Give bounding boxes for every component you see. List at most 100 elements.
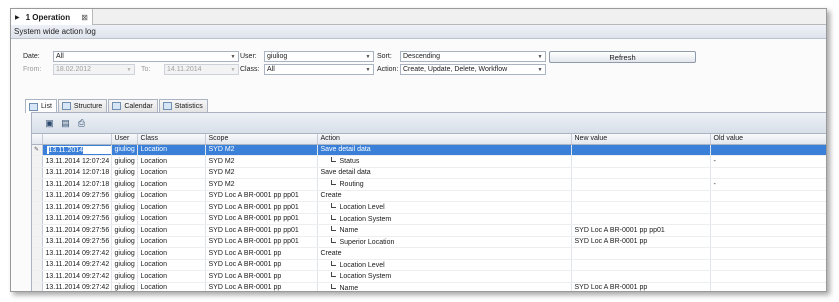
cell-user: giuliog (111, 178, 138, 191)
table-row[interactable]: 13.11.2014 09:27:42 giuliog Location SYD Lo… (32, 282, 826, 291)
view-tabs: List Structure Calendar Statistics (25, 99, 209, 113)
application-window: ▶ 1 Operation ⊠ System wide action log D… (10, 8, 827, 292)
action-select-value: Create, Update, Delete, Workflow (403, 66, 508, 73)
row-header-cell[interactable] (32, 190, 43, 202)
sort-select[interactable]: Descending ▼ (400, 51, 546, 62)
cell-class: Location (137, 144, 206, 156)
from-date-value: 18.02.2012 (56, 66, 92, 73)
table-row[interactable]: ✎ 13.11.2014 giuliog Location SYD M2 Save det… (32, 144, 826, 156)
cell-class: Location (137, 259, 206, 271)
table-row[interactable]: 13.11.2014 12:07:18 giuliog Location SYD M2… (32, 167, 826, 179)
column-header-class[interactable]: Class (137, 134, 206, 145)
cell-action: Save detail data (317, 144, 572, 156)
chevron-down-icon[interactable]: ▼ (536, 66, 544, 73)
user-select[interactable]: giuliog ▼ (264, 51, 374, 62)
sub-action-label: Location System (339, 273, 392, 281)
class-select[interactable]: All ▼ (264, 64, 374, 75)
table-row[interactable]: 13.11.2014 09:27:42 giuliog Location SYD Lo… (32, 247, 826, 260)
cell-old (710, 259, 826, 271)
refresh-button[interactable]: Refresh (549, 51, 696, 63)
sub-action: Location System (321, 214, 391, 223)
row-header-cell[interactable] (32, 224, 43, 237)
table-row[interactable]: 13.11.2014 12:07:18 giuliog Location SYD M2… (32, 178, 826, 191)
column-header-user[interactable]: User (111, 134, 138, 145)
chevron-down-icon[interactable]: ▼ (229, 53, 237, 60)
cell-old: - (710, 155, 826, 168)
cell-class: Location (137, 178, 206, 191)
cell-new (571, 155, 711, 168)
cell-date: 13.11.2014 12:07:24 (42, 155, 112, 168)
sub-action-label: Name (339, 227, 359, 235)
tab-structure[interactable]: Structure (57, 99, 108, 112)
cell-action: Location System (317, 213, 572, 225)
panel-header: System wide action log (11, 25, 826, 39)
column-header-scope[interactable]: Scope (205, 134, 318, 145)
chevron-down-icon[interactable]: ▼ (364, 53, 372, 60)
tree-branch-icon (330, 203, 336, 209)
date-edit-value: 13.11.2014 (48, 146, 84, 154)
cell-new: SYD Loc A BR-0001 pp (571, 236, 711, 248)
column-header-new-value[interactable]: New value (571, 134, 711, 145)
column-header-action[interactable]: Action (317, 134, 572, 145)
table-row[interactable]: 13.11.2014 12:07:24 giuliog Location SYD M2… (32, 155, 826, 168)
cell-action: Location Level (317, 201, 572, 214)
row-header-cell[interactable] (32, 236, 43, 248)
table-row[interactable]: 13.11.2014 09:27:56 giuliog Location SYD Lo… (32, 236, 826, 248)
row-header-cell[interactable] (32, 155, 43, 168)
cell-class: Location (137, 270, 206, 283)
tab-expand-icon[interactable]: ▶ (15, 14, 20, 21)
cell-scope: SYD Loc A BR-0001 pp (205, 282, 318, 291)
statistics-icon (162, 102, 172, 110)
chevron-down-icon[interactable]: ▼ (536, 53, 544, 60)
cell-date: 13.11.2014 (42, 144, 112, 156)
date-label: Date: (23, 53, 40, 60)
sort-label: Sort: (377, 53, 392, 60)
column-header-old-value[interactable]: Old value (710, 134, 826, 145)
tab-calendar[interactable]: Calendar (108, 99, 158, 112)
row-header-cell[interactable] (32, 282, 43, 291)
chevron-down-icon[interactable]: ▼ (229, 66, 237, 73)
row-header-cell[interactable] (32, 167, 43, 179)
table-row[interactable]: 13.11.2014 09:27:42 giuliog Location SYD Lo… (32, 270, 826, 283)
cell-scope: SYD Loc A BR-0001 pp pp01 (205, 213, 318, 225)
chevron-down-icon[interactable]: ▼ (125, 66, 133, 73)
tab-list[interactable]: List (25, 99, 57, 113)
row-header-cell[interactable] (32, 247, 43, 260)
print-icon[interactable]: ⎙ (76, 118, 87, 128)
action-select[interactable]: Create, Update, Delete, Workflow ▼ (400, 64, 546, 75)
date-select[interactable]: All ▼ (53, 51, 239, 62)
cell-user: giuliog (111, 236, 138, 248)
row-header-cell[interactable]: ✎ (32, 144, 43, 156)
to-label: To: (141, 66, 151, 73)
row-header-cell[interactable] (32, 270, 43, 283)
tree-branch-icon (330, 237, 336, 243)
from-date-field[interactable]: 18.02.2012 ▼ (53, 64, 135, 75)
table-row[interactable]: 13.11.2014 09:27:56 giuliog Location SYD Lo… (32, 213, 826, 225)
save-icon[interactable]: ▤ (60, 118, 71, 128)
cell-user: giuliog (111, 213, 138, 225)
row-header-cell[interactable] (32, 178, 43, 191)
table-row[interactable]: 13.11.2014 09:27:56 giuliog Location SYD Lo… (32, 224, 826, 237)
row-header-cell[interactable] (32, 201, 43, 214)
cell-scope: SYD Loc A BR-0001 pp (205, 247, 318, 260)
tab-list-label: List (41, 103, 52, 110)
table-row[interactable]: 13.11.2014 09:27:56 giuliog Location SYD Lo… (32, 201, 826, 214)
row-header-cell[interactable] (32, 259, 43, 271)
tab-statistics[interactable]: Statistics (158, 99, 208, 112)
row-header-cell[interactable] (32, 213, 43, 225)
date-edit-field[interactable]: 13.11.2014 (45, 144, 110, 155)
sub-action: Location Level (321, 203, 385, 212)
export-icon[interactable]: ▣ (44, 118, 55, 128)
table-row[interactable]: 13.11.2014 09:27:42 giuliog Location SYD Lo… (32, 259, 826, 271)
sub-action-label: Location Level (339, 204, 385, 212)
class-select-value: All (267, 66, 275, 73)
cell-action: Save detail data (317, 167, 572, 179)
table-row[interactable]: 13.11.2014 09:27:56 giuliog Location SYD Lo… (32, 190, 826, 202)
cell-class: Location (137, 155, 206, 168)
chevron-down-icon[interactable]: ▼ (364, 66, 372, 73)
tab-close-icon[interactable]: ⊠ (81, 13, 88, 22)
tab-operation[interactable]: ▶ 1 Operation ⊠ (11, 9, 93, 25)
to-date-field[interactable]: 14.11.2014 ▼ (164, 64, 239, 75)
sub-action: Name (321, 283, 358, 291)
column-header-date[interactable] (42, 134, 112, 145)
